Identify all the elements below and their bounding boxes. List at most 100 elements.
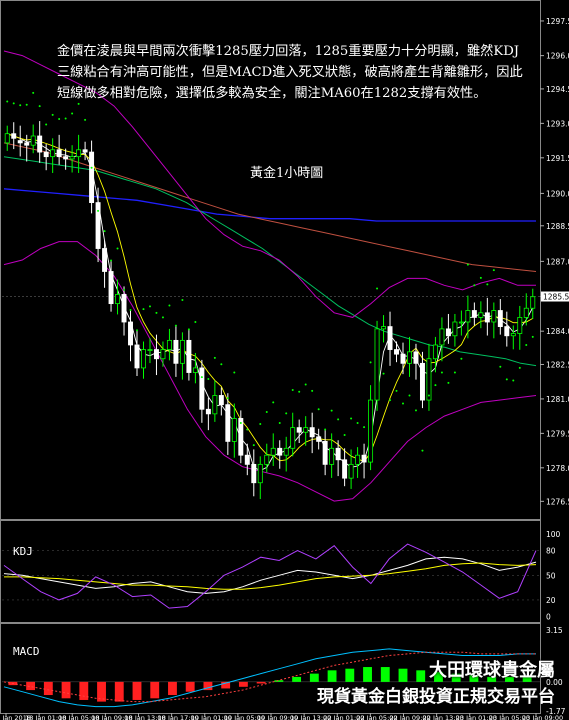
candle-body [141, 349, 146, 369]
sar-dot [220, 363, 223, 366]
candle-body [491, 310, 497, 323]
price-tick-label: 1290.00 [546, 189, 569, 198]
candle-body [309, 427, 315, 438]
ma-fast-line [7, 133, 534, 471]
sar-dot [213, 356, 216, 359]
candle-body [225, 404, 231, 442]
candle-body [251, 463, 257, 484]
sar-dot [194, 321, 197, 323]
candle-body [316, 436, 322, 442]
price-tick-label: 1287.04 [546, 257, 569, 266]
sar-dot [382, 372, 385, 375]
candle-body [56, 149, 62, 158]
candle-body [335, 447, 341, 461]
candle-body [296, 427, 302, 433]
sar-dot [453, 371, 456, 374]
sar-dot [129, 309, 132, 312]
candle-body [134, 344, 140, 369]
candle-body [478, 312, 484, 318]
candle-body [329, 447, 335, 465]
price-tick-label: 1282.55 [546, 360, 569, 369]
kdj-tick-label: 80 [546, 547, 556, 556]
candle-body [413, 351, 419, 364]
candle-body [303, 427, 309, 433]
chart-canvas: 1297.51 1296.00 1294.55 1293.05 1291.55 1290.… [0, 0, 569, 720]
kdj-tick-label: 50 [546, 571, 556, 580]
watermark-slogan: 現貨黃金白銀投資正規交易平台 [317, 687, 555, 707]
candle-body [342, 459, 348, 479]
price-tick-label: 1276.59 [546, 497, 569, 506]
candle-body [199, 367, 205, 410]
candle-body [11, 133, 17, 139]
candle-body [348, 463, 354, 479]
sar-dot [512, 379, 515, 382]
candle-body [121, 294, 127, 323]
candle-body [82, 149, 88, 153]
kdj-tick-label: 100 [546, 530, 561, 539]
price-tick-label: 1278.05 [546, 464, 569, 473]
sar-dot [187, 328, 190, 331]
sar-dot [337, 418, 340, 421]
sar-dot [304, 383, 307, 386]
sar-dot [518, 366, 521, 369]
kdj-frame [0, 520, 541, 623]
ma-longest-line [3, 188, 536, 222]
chart-subtitle: 黃金1小時圖 [250, 166, 324, 181]
sar-dot [278, 422, 281, 425]
sar-dot [45, 123, 48, 126]
sar-dot [25, 103, 28, 106]
candle-body [244, 454, 250, 465]
sar-dot [317, 408, 320, 411]
sar-dot [434, 384, 437, 387]
sar-dot [408, 394, 411, 397]
sar-dot [84, 118, 87, 121]
candle-body [76, 149, 82, 158]
sar-dot [6, 100, 9, 103]
candle-body [30, 135, 36, 146]
candle-body [50, 149, 56, 158]
sar-dot [64, 117, 67, 120]
sar-dot [259, 422, 262, 425]
candle-body [322, 441, 328, 465]
sar-dot [155, 311, 158, 314]
price-tick-label: 1293.05 [546, 119, 569, 128]
price-tick-label: 1297.51 [546, 17, 569, 26]
sar-dot [207, 377, 210, 380]
sar-dot [233, 371, 236, 374]
sar-dot [356, 422, 359, 425]
candle-body [394, 349, 399, 355]
sar-dot [116, 247, 119, 250]
sar-dot [142, 308, 145, 311]
sar-dot [330, 409, 333, 412]
price-tick-label: 1296.00 [546, 52, 569, 61]
candle-body [17, 140, 23, 144]
sar-dot [460, 357, 463, 360]
candle-body [37, 135, 43, 153]
sar-dot [32, 91, 35, 94]
candle-body [458, 321, 464, 324]
sar-dot [136, 329, 138, 332]
axes: 1297.51 1296.00 1294.55 1293.05 1291.55 1290.… [0, 0, 569, 720]
candle-body [374, 328, 380, 401]
kdj-tick-label: 0 [546, 612, 551, 621]
candle-body [160, 349, 166, 360]
candle-body [4, 133, 10, 144]
candle-body [504, 326, 510, 337]
sar-dot [369, 361, 372, 364]
sar-dot [427, 394, 430, 397]
sar-dot [421, 449, 424, 452]
candle-body [361, 454, 367, 463]
candle-body [63, 156, 69, 160]
sar-dot [239, 422, 242, 425]
candle-body [517, 317, 523, 334]
sar-dot [265, 411, 268, 414]
sar-dot [272, 401, 275, 404]
sar-dot [174, 324, 177, 327]
candle-body [147, 349, 153, 351]
candle-body [381, 326, 387, 330]
sar-dot [71, 112, 74, 115]
candle-body [484, 312, 490, 323]
sar-dot [466, 263, 469, 266]
candle-body [257, 463, 263, 484]
macd-tick-label: -1.77 [546, 707, 566, 716]
